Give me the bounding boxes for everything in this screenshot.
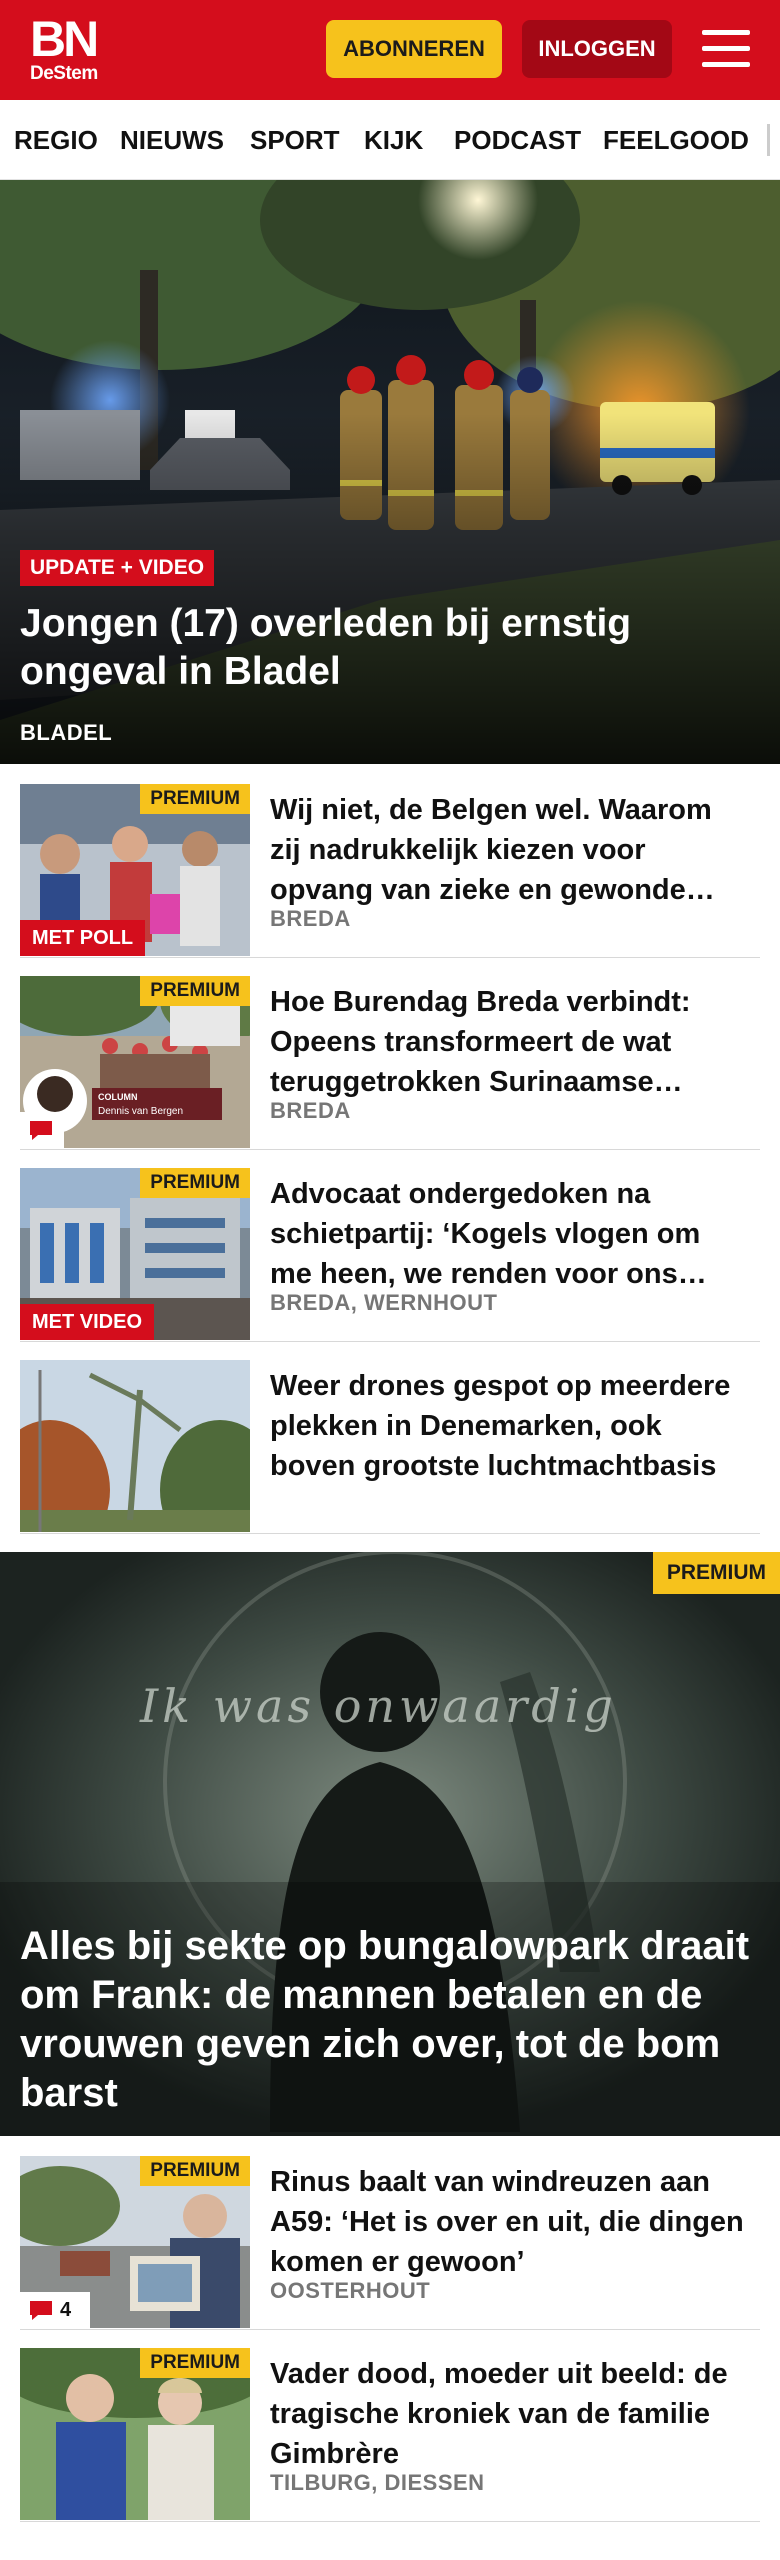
nav-item-kijk[interactable]: KIJK bbox=[364, 100, 423, 179]
column-label: COLUMN bbox=[98, 1092, 138, 1102]
premium-badge: PREMIUM bbox=[140, 1168, 250, 1198]
column-author: Dennis van Bergen bbox=[98, 1106, 183, 1117]
video-tag: MET VIDEO bbox=[20, 1304, 155, 1340]
article-thumbnail: PREMIUM MET POLL bbox=[20, 784, 250, 956]
hero-title[interactable]: Jongen (17) overleden bij ernstig ongeva… bbox=[20, 600, 740, 696]
nav-item-nieuws[interactable]: NIEUWS bbox=[120, 100, 224, 179]
feature-overlay-text: Ik was onwaardig bbox=[139, 1679, 617, 1733]
article-title[interactable]: Hoe Burendag Breda verbindt: Opeens tran… bbox=[270, 982, 750, 1102]
comment-icon bbox=[30, 1121, 52, 1140]
comment-icon bbox=[30, 2301, 52, 2320]
hero-location: BLADEL bbox=[20, 720, 113, 745]
article-location: TILBURG, DIESSEN bbox=[270, 2470, 485, 2495]
article-item[interactable]: PREMIUM 4 Rinus baalt van windreuzen aan… bbox=[20, 2138, 760, 2330]
article-title[interactable]: Rinus baalt van windreuzen aan A59: ‘Het… bbox=[270, 2162, 750, 2282]
nav-item-regio[interactable]: REGIO bbox=[14, 100, 98, 179]
feature-title[interactable]: Alles bij sekte op bungalowpark draait o… bbox=[20, 1922, 770, 2118]
article-item[interactable]: PREMIUM MET VIDEO Advocaat ondergedoken … bbox=[20, 1150, 760, 1342]
article-item[interactable]: COLUMN Dennis van Bergen PREMIUM Hoe Bur… bbox=[20, 958, 760, 1150]
site-header: BN DeStem ABONNEREN INLOGGEN bbox=[0, 0, 780, 100]
nav-item-feelgood[interactable]: FEELGOOD bbox=[603, 100, 749, 179]
hero-article[interactable]: UPDATE + VIDEO Jongen (17) overleden bij… bbox=[0, 180, 780, 764]
article-thumbnail bbox=[20, 1360, 250, 1532]
logo-sub: DeStem bbox=[30, 63, 98, 84]
premium-badge: PREMIUM bbox=[140, 2156, 250, 2186]
article-title[interactable]: Advocaat ondergedoken na schietpartij: ‘… bbox=[270, 1174, 750, 1294]
nav-item-sport[interactable]: SPORT bbox=[250, 100, 340, 179]
article-item[interactable]: PREMIUM MET POLL Wij niet, de Belgen wel… bbox=[20, 766, 760, 958]
update-video-tag: UPDATE + VIDEO bbox=[20, 550, 215, 586]
logo-main: BN bbox=[30, 11, 99, 67]
premium-badge: PREMIUM bbox=[652, 1552, 780, 1594]
poll-tag: MET POLL bbox=[20, 920, 146, 956]
section-nav: REGIO NIEUWS SPORT KIJK PODCAST FEELGOOD bbox=[0, 100, 780, 180]
subscribe-button[interactable]: ABONNEREN bbox=[326, 20, 502, 78]
site-logo[interactable]: BN DeStem bbox=[30, 14, 110, 84]
article-location: OOSTERHOUT bbox=[270, 2278, 431, 2303]
article-title[interactable]: Wij niet, de Belgen wel. Waarom zij nadr… bbox=[270, 790, 750, 910]
article-thumbnail: COLUMN Dennis van Bergen PREMIUM bbox=[20, 976, 250, 1148]
article-item[interactable]: PREMIUM Vader dood, moeder uit beeld: de… bbox=[20, 2330, 760, 2522]
comments-indicator[interactable] bbox=[20, 1112, 64, 1148]
article-thumbnail: PREMIUM MET VIDEO bbox=[20, 1168, 250, 1340]
premium-badge: PREMIUM bbox=[140, 976, 250, 1006]
comment-count: 4 bbox=[60, 2298, 72, 2321]
article-thumbnail: PREMIUM bbox=[20, 2348, 250, 2520]
login-button[interactable]: INLOGGEN bbox=[522, 20, 672, 78]
article-title[interactable]: Vader dood, moeder uit beeld: de tragisc… bbox=[270, 2354, 750, 2474]
nav-divider bbox=[767, 124, 770, 156]
article-item[interactable]: Weer drones gespot op meerdere plekken i… bbox=[20, 1342, 760, 1534]
article-location: BREDA bbox=[270, 1098, 351, 1123]
premium-badge: PREMIUM bbox=[140, 2348, 250, 2378]
article-thumbnail: PREMIUM 4 bbox=[20, 2156, 250, 2328]
comments-indicator[interactable]: 4 bbox=[20, 2292, 90, 2328]
hamburger-icon[interactable] bbox=[702, 28, 750, 70]
premium-badge: PREMIUM bbox=[140, 784, 250, 814]
feature-article[interactable]: Ik was onwaardig PREMIUM Alles bij sekte… bbox=[0, 1552, 780, 2136]
article-location: BREDA bbox=[270, 906, 351, 931]
article-location: BREDA, WERNHOUT bbox=[270, 1290, 498, 1315]
article-title[interactable]: Weer drones gespot op meerdere plekken i… bbox=[270, 1366, 750, 1486]
nav-item-podcast[interactable]: PODCAST bbox=[454, 100, 581, 179]
